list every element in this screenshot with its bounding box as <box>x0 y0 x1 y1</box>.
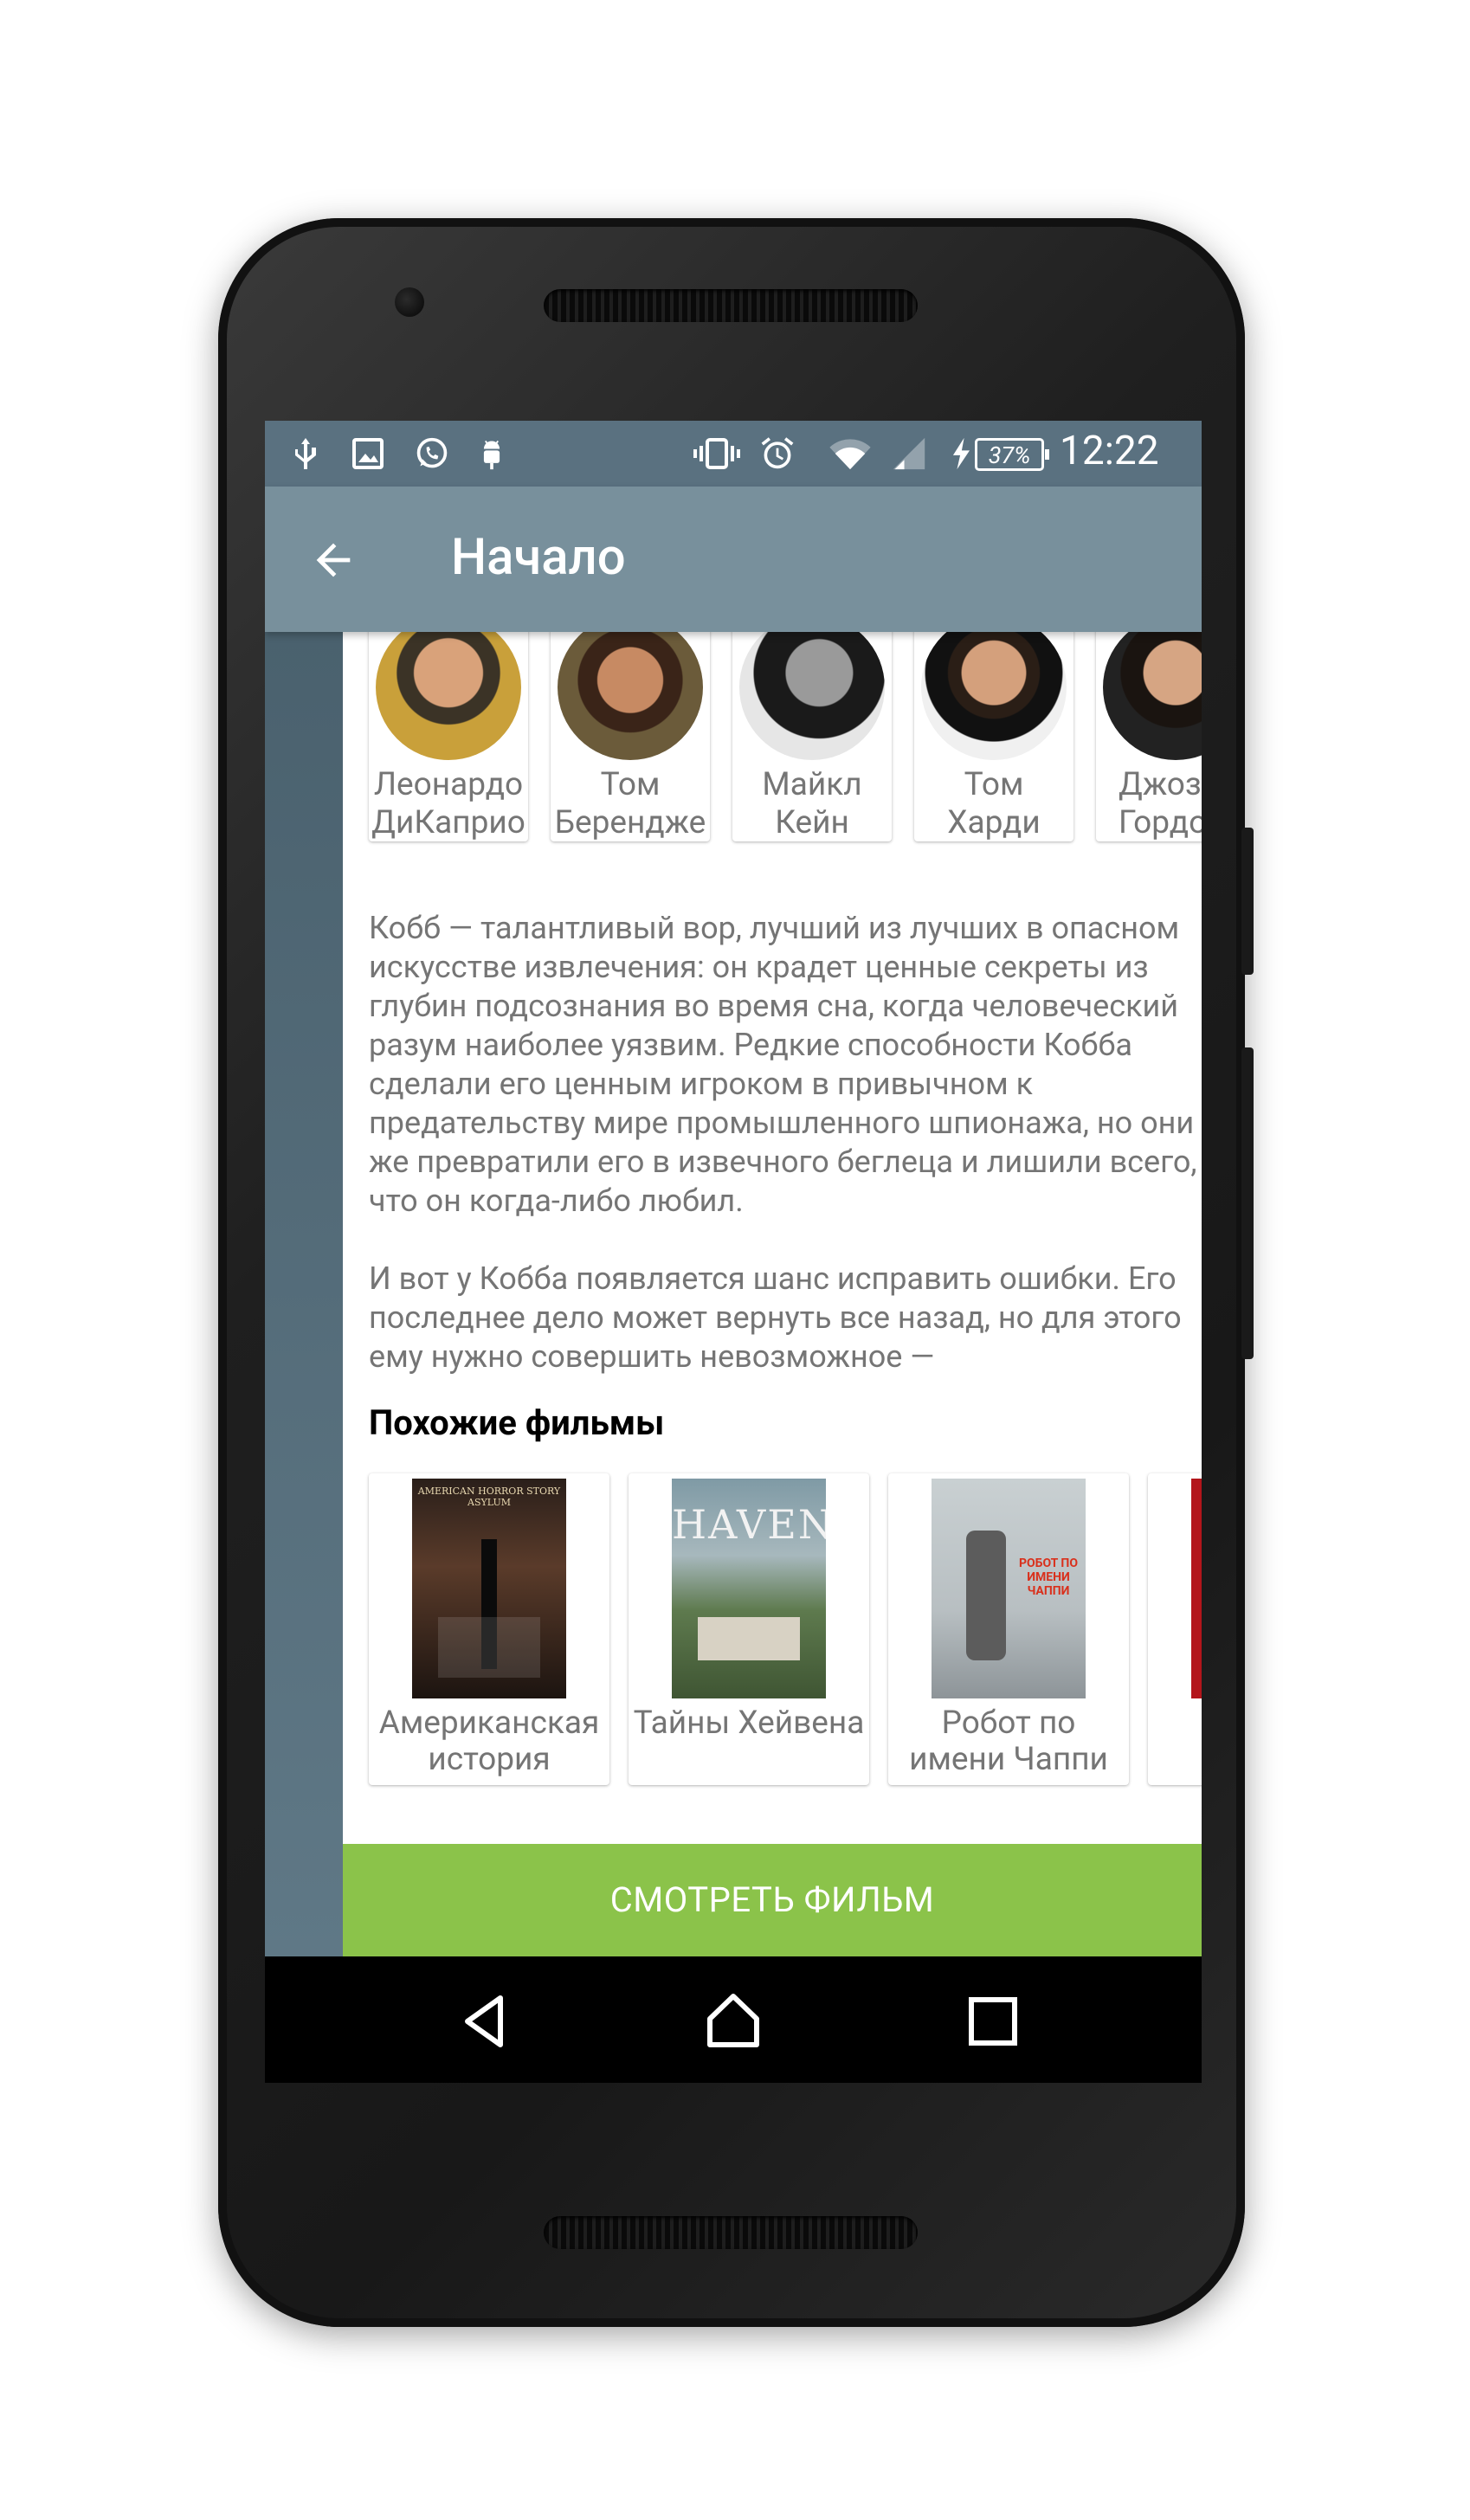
system-nav-bar <box>265 1956 1202 2083</box>
movie-poster: HAVEN <box>672 1479 826 1698</box>
battery-level: 37% <box>988 441 1031 469</box>
actor-card[interactable]: Джоз Гордо <box>1096 632 1202 841</box>
usb-icon <box>295 438 316 469</box>
actor-photo <box>921 632 1067 760</box>
actor-card[interactable]: Том Берендже <box>551 632 710 841</box>
actor-photo <box>558 632 703 760</box>
actor-name: Леонардо ДиКаприо <box>371 766 525 841</box>
actor-card[interactable]: Том Харди <box>914 632 1073 841</box>
movie-card[interactable]: HAVEN Тайны Хейвена <box>629 1473 869 1785</box>
movie-title: Американская история <box>378 1705 600 1778</box>
description-paragraph: Кобб — талантливый вор, лучший из лучших… <box>369 910 1197 1219</box>
status-bar: 37% 12:22 <box>265 421 1202 487</box>
movie-title: Тайны Хейвена <box>633 1705 865 1742</box>
vibrate-icon <box>693 438 740 469</box>
power-button <box>1241 828 1254 975</box>
top-speaker <box>544 289 918 322</box>
description-paragraph: И вот у Кобба появляется шанс исправить … <box>369 1260 1182 1375</box>
screen: 37% 12:22 Начало Леонардо ДиКаприо Том Бер… <box>265 421 1202 2083</box>
actor-name: Майкл Кейн <box>762 766 862 841</box>
wifi-icon <box>829 439 871 470</box>
app-toolbar: Начало <box>265 487 1202 632</box>
volume-button <box>1241 1047 1254 1359</box>
charging-icon <box>952 437 970 470</box>
actor-name: Том Харди <box>947 766 1041 841</box>
actor-card[interactable]: Майкл Кейн <box>732 632 892 841</box>
actor-photo <box>1103 632 1202 760</box>
arrow-back-icon[interactable] <box>308 535 358 585</box>
actor-photo <box>739 632 885 760</box>
movie-details: Леонардо ДиКаприо Том Берендже Майкл Кейн Т… <box>343 632 1202 1956</box>
watch-movie-button[interactable]: СМОТРЕТЬ ФИЛЬМ <box>343 1844 1202 1956</box>
actor-card[interactable]: Леонардо ДиКаприо <box>369 632 528 841</box>
poster-caption: HAVEN <box>672 1501 826 1548</box>
actor-name: Том Берендже <box>554 766 706 841</box>
actor-photo <box>376 632 521 760</box>
clock: 12:22 <box>1060 428 1159 474</box>
android-debug-icon <box>483 440 500 470</box>
whatsapp-icon <box>416 437 448 468</box>
nav-home-icon[interactable] <box>703 1991 764 2052</box>
movie-description: Кобб — талантливый вор, лучший из лучших… <box>369 909 1202 1415</box>
image-icon <box>352 438 384 469</box>
movie-poster <box>1191 1479 1202 1698</box>
actor-name: Джоз Гордо <box>1119 766 1202 841</box>
toolbar-title: Начало <box>451 528 626 587</box>
movie-title: Робот по имени Чаппи <box>909 1705 1108 1778</box>
movie-poster: AMERICAN HORROR STORY ASYLUM <box>412 1479 566 1698</box>
front-camera <box>395 287 424 317</box>
cell-signal-icon <box>893 437 925 470</box>
nav-recents-icon[interactable] <box>963 1991 1023 2052</box>
poster-caption: AMERICAN HORROR STORY ASYLUM <box>417 1486 561 1508</box>
similar-movies-title: Похожие фильмы <box>369 1402 665 1443</box>
movie-poster: РОБОТ ПО ИМЕНИ ЧАППИ <box>932 1479 1086 1698</box>
movie-card[interactable] <box>1148 1473 1202 1785</box>
battery-icon: 37% <box>975 438 1049 471</box>
poster-caption: РОБОТ ПО ИМЕНИ ЧАППИ <box>1019 1556 1078 1598</box>
bottom-speaker <box>544 2216 918 2249</box>
movie-card[interactable]: РОБОТ ПО ИМЕНИ ЧАППИ Робот по имени Чаппи <box>888 1473 1129 1785</box>
side-panel <box>265 632 343 1956</box>
alarm-icon <box>761 437 794 469</box>
nav-back-icon[interactable] <box>455 1991 516 2052</box>
movie-card[interactable]: AMERICAN HORROR STORY ASYLUM Американска… <box>369 1473 609 1785</box>
